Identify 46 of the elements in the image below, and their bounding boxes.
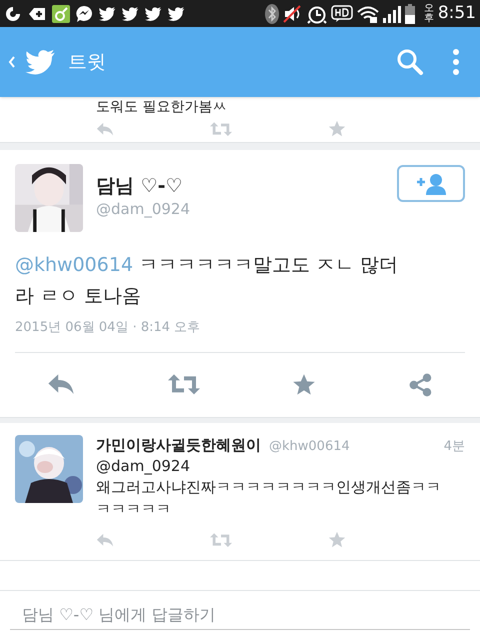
reply-icon[interactable] xyxy=(47,373,75,396)
mention-link[interactable]: @khw00614 xyxy=(15,254,134,276)
back-button[interactable] xyxy=(8,48,56,76)
star-icon[interactable] xyxy=(328,531,346,549)
retweet-icon[interactable] xyxy=(210,122,232,136)
retweet-icon[interactable] xyxy=(168,374,200,395)
bird-icon xyxy=(121,6,139,22)
signal-icon xyxy=(382,4,401,22)
tweet-text: @khw00614 ㅋㅋㅋㅋㅋㅋ말고도 ㅈㄴ 많더라 ㄹㅇ 토나옴 xyxy=(15,253,400,309)
follow-button[interactable] xyxy=(397,165,465,202)
search-icon[interactable] xyxy=(396,48,424,76)
tweet-text: 도워도 필요한가봄ㅆ xyxy=(96,98,228,116)
clock: 8:51 xyxy=(438,2,476,25)
star-icon[interactable] xyxy=(328,120,346,138)
timestamp: 2015년 06월 04일 · 8:14 오후 xyxy=(15,318,465,352)
bird-icon xyxy=(167,6,185,22)
retweet-icon[interactable] xyxy=(210,532,232,548)
username: @dam_0924 xyxy=(96,199,191,220)
mute-icon xyxy=(282,4,303,22)
app-icon xyxy=(52,4,70,22)
display-name: 담님 ♡-♡ xyxy=(96,174,184,198)
share-icon[interactable] xyxy=(408,372,433,396)
add-user-icon xyxy=(415,172,447,194)
reply-to-username: @dam_0924 xyxy=(96,456,191,476)
chat-icon xyxy=(75,4,93,22)
bird-icon xyxy=(144,6,162,22)
hd-icon xyxy=(330,4,353,22)
back-icon xyxy=(8,56,16,68)
reply-icon[interactable] xyxy=(96,532,114,548)
bird-icon xyxy=(24,48,56,76)
username: @khw00614 xyxy=(269,438,350,456)
screen-title: 트윗 xyxy=(68,50,106,75)
alarm-icon xyxy=(306,4,327,24)
bird-icon xyxy=(98,6,116,22)
reply-icon[interactable] xyxy=(96,122,114,136)
wifi-icon xyxy=(356,4,379,22)
tweet-age: 4분 xyxy=(444,438,465,456)
battery-icon xyxy=(404,4,415,24)
menu-icon[interactable] xyxy=(452,48,460,76)
bluetooth-icon xyxy=(264,4,279,24)
reply-field[interactable]: 담님 ♡-♡ 님에게 답글하기 xyxy=(10,603,470,630)
star-icon[interactable] xyxy=(292,372,316,396)
clock-period: 오후 xyxy=(424,4,435,24)
display-name: 가민이랑사귈듯한혜원이 xyxy=(96,434,261,454)
app-icon xyxy=(4,4,22,22)
tweet-text: 왜그러고사냐진짜ㅋㅋㅋㅋㅋㅋㅋㅋ인생개선좀ㅋㅋㅋㅋㅋㅋㅋ xyxy=(96,477,442,520)
